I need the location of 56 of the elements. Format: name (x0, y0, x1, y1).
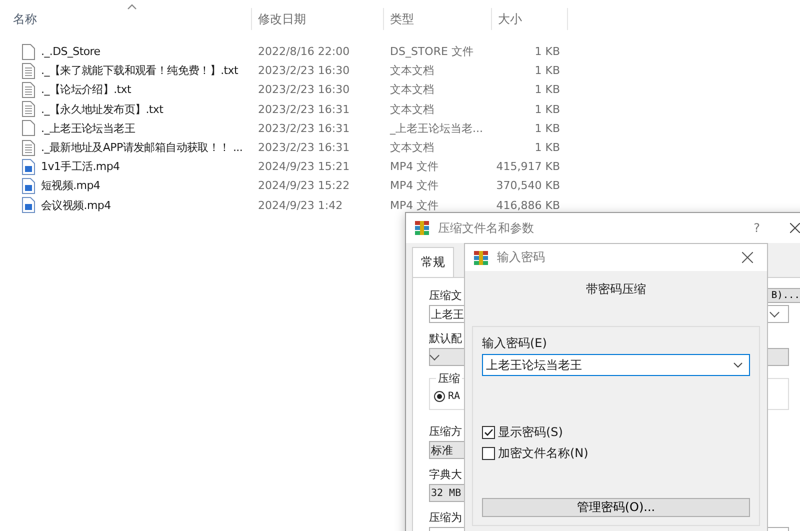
file-size: 1 KB (534, 83, 560, 96)
column-header[interactable]: 类型 (390, 10, 414, 28)
dialog-title: 输入密码 (497, 249, 546, 266)
dialog-heading: 带密码压缩 (586, 281, 646, 298)
modified-date: 2023/2/23 16:31 (258, 122, 350, 135)
file-size: 1 KB (534, 122, 560, 135)
file-type: 文本文档 (390, 64, 434, 78)
file-size: 1 KB (534, 45, 560, 58)
modified-date: 2024/9/23 15:21 (258, 160, 350, 174)
field-label: 压缩为 (429, 510, 462, 525)
password-field[interactable]: 上老王论坛当老王 (482, 354, 750, 376)
file-name[interactable]: ._【来了就能下载和观看！纯免费！】.txt (41, 63, 238, 78)
file-name[interactable]: ._上老王论坛当老王 (41, 120, 135, 136)
checkbox-label: 加密文件名称(N) (498, 445, 588, 462)
column-header[interactable]: 修改日期 (258, 10, 306, 28)
file-size: 416,886 KB (496, 198, 560, 212)
modified-date: 2022/8/16 22:00 (258, 45, 350, 58)
file-size: 1 KB (534, 141, 560, 154)
file-name[interactable]: ._【论坛介绍】.txt (41, 82, 132, 98)
modified-date: 2023/2/23 16:30 (258, 64, 350, 78)
field-label: 压缩文 (429, 288, 462, 303)
modified-date: 2024/9/23 15:22 (258, 179, 350, 192)
field-label: 输入密码(E) (482, 335, 548, 352)
file-size: 1 KB (534, 102, 560, 116)
file-type: _上老王论坛当老... (390, 122, 483, 135)
tab[interactable]: 常规 (412, 247, 454, 277)
file-size: 370,540 KB (496, 179, 560, 192)
field-label: 压缩方 (429, 424, 462, 439)
file-name[interactable]: ._【永久地址发布页】.txt (41, 102, 164, 117)
modified-date: 2024/9/23 1:42 (258, 198, 343, 212)
file-size: 1 KB (534, 64, 560, 78)
field-label: 默认配 (429, 331, 462, 346)
help-button[interactable]: ? (754, 221, 760, 235)
file-type: 文本文档 (390, 141, 434, 154)
checkbox-label: 显示密码(S) (498, 424, 563, 441)
file-size: 415,917 KB (496, 160, 560, 174)
column-header[interactable]: 大小 (498, 10, 522, 28)
file-type: MP4 文件 (390, 160, 439, 174)
file-type: MP4 文件 (390, 179, 439, 192)
column-header[interactable]: 名称 (13, 10, 37, 28)
radio-label: RA (448, 391, 460, 402)
file-name[interactable]: ._最新地址及APP请发邮箱自动获取！！ ... (41, 140, 243, 156)
file-name[interactable]: ._.DS_Store (41, 45, 100, 58)
file-type: MP4 文件 (390, 198, 439, 212)
modified-date: 2023/2/23 16:31 (258, 141, 350, 154)
file-type: 文本文档 (390, 83, 434, 96)
modified-date: 2023/2/23 16:31 (258, 102, 350, 116)
field-label: 字典大 (429, 467, 462, 482)
file-name[interactable]: 会议视频.mp4 (41, 198, 111, 213)
dialog-title: 压缩文件名和参数 (438, 220, 535, 236)
modified-date: 2023/2/23 16:30 (258, 83, 350, 96)
file-name[interactable]: 1v1手工活.mp4 (41, 159, 120, 174)
file-type: 文本文档 (390, 102, 434, 116)
file-name[interactable]: 短视频.mp4 (41, 178, 100, 194)
file-type: DS_STORE 文件 (390, 45, 474, 58)
manage-passwords-button[interactable]: 管理密码(O)... (482, 498, 750, 517)
